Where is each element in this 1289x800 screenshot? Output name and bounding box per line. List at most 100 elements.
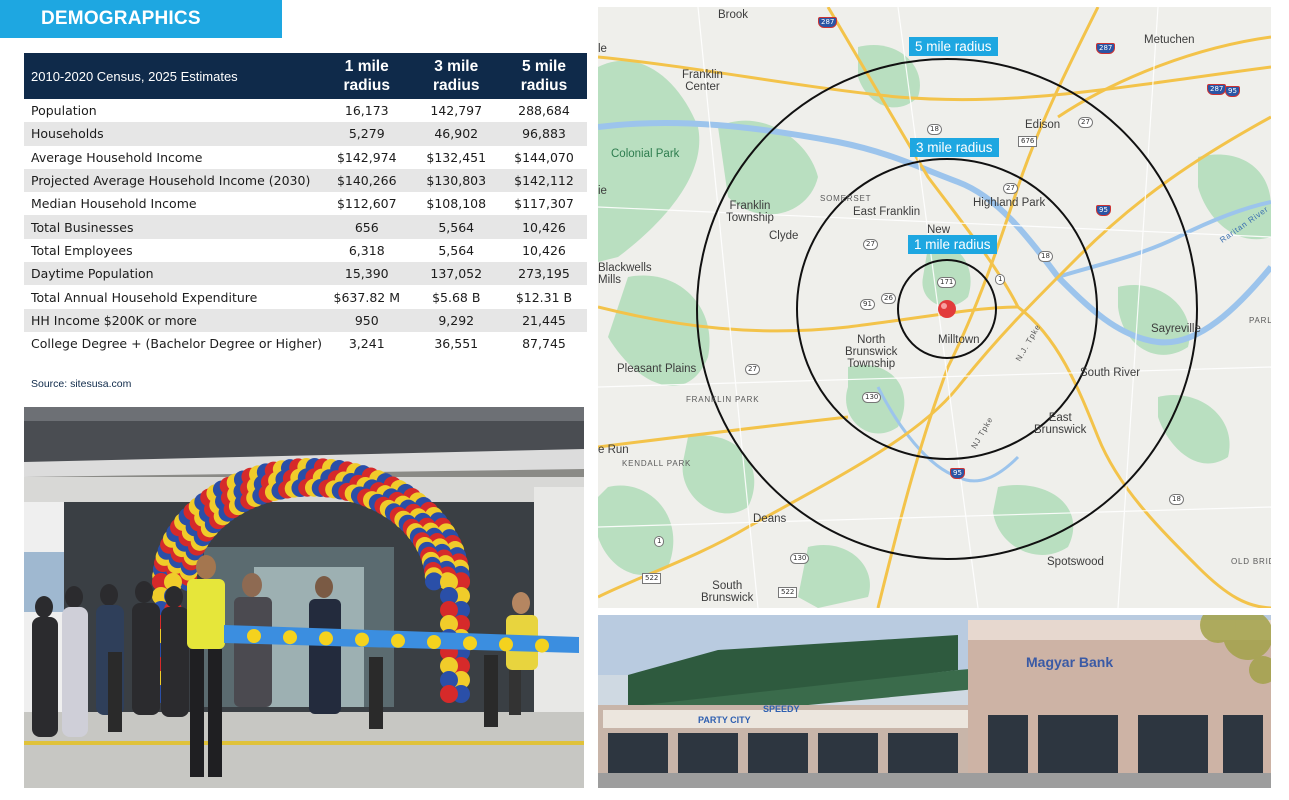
value-1-mile: $140,266 <box>322 168 412 193</box>
row-label: Households <box>24 122 323 146</box>
value-1-mile: $112,607 <box>336 196 397 212</box>
table-row: Total Employees 6,318 5,564 10,426 <box>24 239 587 262</box>
radius-map: 5 mile radius 3 mile radius 1 mile radiu… <box>598 7 1271 608</box>
place-east-brunswick: East Brunswick <box>1034 412 1087 436</box>
table-row: Average Household Income $142,974 $132,451… <box>24 146 587 169</box>
column-label: 5 mile radius <box>520 58 568 94</box>
shield-287-c: 287 <box>1207 84 1227 95</box>
shield-26: 26 <box>881 293 896 304</box>
value-1-mile: 656 <box>322 215 412 239</box>
shield-18-c: 18 <box>1169 494 1184 505</box>
ribbon-cutting-photo <box>24 407 584 788</box>
balloon <box>440 685 458 703</box>
value-5-mile: 10,426 <box>522 242 566 258</box>
sign-magyar-bank: Magyar Bank <box>1026 654 1113 670</box>
shield-27-d: 27 <box>745 364 760 375</box>
shield-27-a: 27 <box>1078 117 1093 128</box>
place-east-franklin: East Franklin <box>853 206 921 218</box>
place-south-brunswick: South Brunswick <box>701 580 754 604</box>
place-south-river: South River <box>1080 367 1141 379</box>
place-run: e Run <box>598 444 629 456</box>
place-old-bridge: OLD BRID <box>1231 557 1271 566</box>
value-1-mile: 16,173 <box>344 103 389 119</box>
table-row: Median Household Income $112,607 $108,108 $… <box>24 192 587 215</box>
ribbon-logo <box>391 633 405 648</box>
column-3-mile: 3 mile radius <box>411 53 501 99</box>
column-5-mile: 5 mile radius <box>500 53 587 99</box>
place-brook: Brook <box>718 9 749 21</box>
shield-287-b: 287 <box>1096 43 1116 54</box>
table-row: Population 16,173 142,797 288,684 <box>24 99 587 122</box>
value-1-mile: 3,241 <box>348 336 385 352</box>
ribbon-logo <box>283 630 297 645</box>
shield-130-b: 130 <box>790 553 810 564</box>
ribbon-logo <box>535 638 549 653</box>
ribbon-logo <box>427 635 441 649</box>
value-3-mile: $5.68 B <box>432 289 481 305</box>
place-blackwells-mills: Blackwells Mills <box>598 262 652 286</box>
shield-522-a: 522 <box>642 573 662 584</box>
value-5-mile: 273,195 <box>500 262 587 286</box>
ribbon-logo <box>247 629 261 643</box>
sign-store-a: PARTY CITY <box>698 715 751 725</box>
table-row: HH Income $200K or more 950 9,292 21,445 <box>24 308 587 332</box>
value-1-mile: 5,279 <box>322 122 412 146</box>
place-pleasant-plains: Pleasant Plains <box>617 363 697 375</box>
value-3-mile: 36,551 <box>434 336 479 352</box>
value-5-mile: 21,445 <box>500 308 587 332</box>
column-1-mile: 1 mile radius <box>322 53 412 99</box>
value-3-mile: $130,803 <box>411 168 501 193</box>
radius-label-1-mile: 1 mile radius <box>908 235 997 254</box>
shield-95-a: 95 <box>1225 86 1240 97</box>
row-label: Average Household Income <box>31 149 203 165</box>
table-heading: 2010-2020 Census, 2025 Estimates <box>24 53 323 99</box>
shield-18-a: 18 <box>927 124 942 135</box>
row-label: Total Businesses <box>24 215 323 239</box>
place-edison: Edison <box>1025 119 1061 131</box>
value-1-mile: 950 <box>322 308 412 332</box>
row-label: Median Household Income <box>31 196 197 212</box>
value-1-mile: 15,390 <box>322 262 412 286</box>
value-3-mile: 142,797 <box>430 103 483 119</box>
shield-27-b: 27 <box>1003 183 1018 194</box>
radius-label-3-mile: 3 mile radius <box>910 138 999 157</box>
row-label: Population <box>31 103 97 119</box>
place-milltown: Milltown <box>938 334 980 346</box>
place-highland-park: Highland Park <box>973 197 1046 209</box>
place-sayreville: Sayreville <box>1151 323 1201 335</box>
place-le: le <box>598 43 607 55</box>
radius-label-5-mile: 5 mile radius <box>909 37 998 56</box>
place-colonial-park: Colonial Park <box>611 148 680 160</box>
place-franklin-park: FRANKLIN PARK <box>686 395 760 404</box>
place-franklin-township: Franklin Township <box>726 200 774 224</box>
row-label: Total Employees <box>31 242 133 258</box>
section-title: DEMOGRAPHICS <box>0 0 282 38</box>
table-row: Daytime Population 15,390 137,052 273,195 <box>24 262 587 286</box>
value-1-mile: 6,318 <box>348 242 385 258</box>
column-label: 3 mile radius <box>432 58 480 94</box>
shield-287-a: 287 <box>818 17 838 28</box>
value-5-mile: 10,426 <box>500 215 587 239</box>
table-row: College Degree + (Bachelor Degree or Hig… <box>24 332 587 355</box>
value-5-mile: $12.31 B <box>515 289 573 305</box>
place-franklin-center: Franklin Center <box>682 69 723 93</box>
value-5-mile: $117,307 <box>514 196 574 212</box>
row-label: HH Income $200K or more <box>24 308 323 332</box>
value-3-mile: 9,292 <box>411 308 501 332</box>
place-spotswood: Spotswood <box>1047 556 1104 568</box>
table-row: Total Businesses 656 5,564 10,426 <box>24 215 587 239</box>
shield-171: 171 <box>937 277 957 288</box>
row-label: Projected Average Household Income (2030… <box>24 168 323 193</box>
table-row: Households 5,279 46,902 96,883 <box>24 122 587 146</box>
demographics-table: 2010-2020 Census, 2025 Estimates 1 mile … <box>24 53 587 355</box>
value-5-mile: 96,883 <box>500 122 587 146</box>
shield-130-a: 130 <box>862 392 882 403</box>
value-5-mile: 87,745 <box>522 336 566 352</box>
value-3-mile: $132,451 <box>426 149 487 165</box>
shield-91: 91 <box>860 299 875 310</box>
storefront-photo: Magyar Bank PARTY CITY SPEEDY <box>598 615 1271 788</box>
place-clyde: Clyde <box>769 230 799 242</box>
place-metuchen: Metuchen <box>1144 34 1195 46</box>
source-note: Source: sitesusa.com <box>31 378 132 390</box>
shield-27-c: 27 <box>863 239 878 250</box>
